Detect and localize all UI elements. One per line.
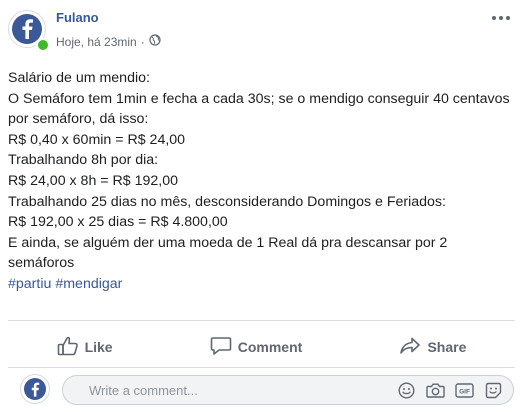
sticker-icon[interactable] — [484, 381, 503, 400]
thumbs-up-icon — [57, 336, 79, 359]
share-arrow-icon — [399, 336, 421, 359]
post-text-line: Salário de um mendio: — [8, 70, 150, 86]
online-status-dot — [36, 38, 50, 52]
gif-label: GIF — [459, 389, 470, 396]
post-text-line: O Semáforo tem 1min e fecha a cada 30s; … — [8, 90, 510, 107]
hashtag-link[interactable]: #mendigar — [55, 276, 122, 292]
actions-bottom-divider — [8, 367, 515, 368]
commenter-avatar[interactable] — [20, 374, 50, 404]
author-name[interactable]: Fulano — [56, 10, 99, 25]
post-text-line: semáforos — [8, 255, 75, 272]
emoji-icon[interactable] — [397, 381, 416, 400]
globe-icon[interactable] — [149, 34, 161, 49]
comment-label: Comment — [237, 339, 303, 355]
hashtag-link[interactable]: #partiu — [8, 276, 51, 292]
post-content: Salário de um mendio: O Semáforo tem 1mi… — [8, 68, 518, 295]
speech-bubble-icon — [210, 336, 232, 359]
post-meta: Hoje, há 23min · — [56, 34, 161, 49]
like-label: Like — [84, 339, 113, 355]
post-timestamp[interactable]: Hoje, há 23min — [56, 35, 137, 49]
comment-box: GIF — [62, 375, 514, 405]
meta-separator: · — [140, 34, 145, 49]
post-text-line: Trabalhando 25 dias no mês, desconsidera… — [8, 193, 446, 210]
post-options-icon[interactable] — [491, 8, 511, 26]
comment-tools: GIF — [397, 381, 503, 400]
post-text-line: R$ 192,00 x 25 dias = R$ 4.800,00 — [8, 214, 228, 231]
facebook-logo-icon — [24, 378, 46, 400]
comment-input[interactable] — [87, 382, 381, 399]
post-text-line: R$ 0,40 x 60min = R$ 24,00 — [8, 131, 186, 148]
gif-icon[interactable]: GIF — [455, 381, 474, 400]
post-text-line: E ainda, se alguém der uma moeda de 1 Re… — [8, 234, 448, 251]
share-button[interactable]: Share — [399, 336, 466, 359]
post-text-line: por semáforo, dá isso: — [8, 111, 149, 128]
like-button[interactable]: Like — [57, 336, 113, 359]
post-text-line: R$ 24,00 x 8h = R$ 192,00 — [8, 172, 178, 189]
post-actions: Like Comment Share — [8, 330, 515, 364]
camera-icon[interactable] — [426, 381, 445, 400]
comment-button[interactable]: Comment — [210, 336, 303, 359]
facebook-post: Fulano Hoje, há 23min · Salário de um me… — [0, 0, 523, 412]
share-label: Share — [427, 339, 467, 355]
hashtags: #partiu #mendigar — [8, 274, 518, 295]
post-text-line: Trabalhando 8h por dia: — [8, 152, 159, 169]
actions-top-divider — [8, 320, 515, 321]
